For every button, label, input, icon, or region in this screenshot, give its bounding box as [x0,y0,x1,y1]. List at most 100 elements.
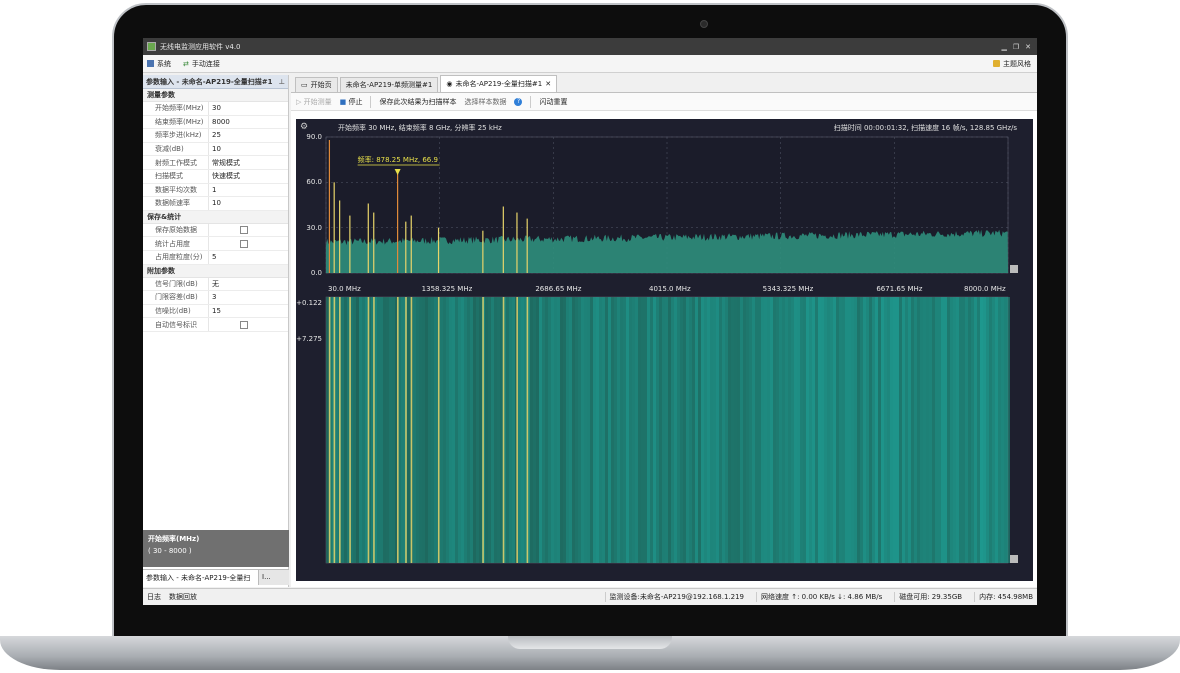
waterfall-stripe [722,297,725,563]
param-key: 占用度粒度(分) [143,250,209,264]
param-checkbox[interactable] [240,320,248,329]
param-value[interactable] [209,224,288,237]
waterfall-stripe [590,297,593,563]
waterfall-signal [437,297,440,563]
waterfall-stripe [665,297,668,563]
theme-button[interactable]: 主题风格 [993,59,1037,69]
waterfall-stripe [413,297,416,563]
waterfall-stripe [758,297,761,563]
waterfall-stripe [833,297,836,563]
app-icon [147,42,156,51]
param-value[interactable] [209,318,288,331]
close-icon[interactable]: ✕ [1025,43,1031,51]
param-row: 结束频率(MHz) 8000 [143,115,288,130]
param-value[interactable]: 30 [209,102,288,115]
waterfall-stripe [830,297,833,563]
waterfall-stripe [578,297,581,563]
param-value[interactable]: 3 [209,291,288,304]
menu-manual-connect[interactable]: ⇄ 手动连接 [183,59,220,69]
param-value[interactable] [209,237,288,250]
toolbar-separator [370,95,372,108]
tab-param-input[interactable]: 参数输入 - 未命名-AP219-全量扫 [143,570,259,585]
waterfall-stripe [554,297,557,563]
waterfall-stripe [767,297,770,563]
param-value[interactable]: 无 [209,278,288,291]
waterfall-stripe [476,297,479,563]
param-value[interactable]: 1 [209,184,288,197]
waterfall-stripe [641,297,644,563]
pin-icon[interactable]: ⊥ [279,78,288,86]
tab-close-icon[interactable]: ✕ [545,80,551,88]
waterfall-stripe [974,297,977,563]
connect-icon: ⇄ [183,59,189,68]
waterfall-stripe [992,297,995,563]
param-value[interactable]: 5 [209,251,288,264]
param-desc-range: ( 30 - 8000 ) [148,547,192,555]
param-value[interactable]: 8000 [209,116,288,129]
param-value[interactable]: 25 [209,129,288,142]
waterfall-stripe [428,297,431,563]
x-tick-label: 8000.0 MHz [964,285,1006,293]
menu-system[interactable]: 系统 [147,59,171,69]
waterfall-stripe [353,297,356,563]
waterfall-stripe [692,297,695,563]
param-section-header[interactable]: 附加参数 [143,264,288,278]
param-key: 保存原始数据 [143,223,209,237]
y-tick-label: 0.0 [310,269,322,277]
waterfall-stripe [842,297,845,563]
status-log[interactable]: 日志 [147,592,161,602]
param-value[interactable]: 10 [209,143,288,156]
tab-start-page[interactable]: ▭ 开始页 [295,77,338,92]
flash-reset-button[interactable]: 闪动重置 [539,97,567,107]
waterfall-stripe [365,297,368,563]
help-icon[interactable]: ? [514,97,523,106]
waterfall-stripe [728,297,731,563]
param-value[interactable]: 常规模式 [209,156,288,169]
tab-single-freq[interactable]: 未命名-AP219-单频测量#1 [339,77,439,92]
waterfall-stripe [344,297,347,563]
restore-icon[interactable]: ❐ [1013,43,1019,51]
minimize-icon[interactable]: ▁ [1001,43,1006,51]
save-sample-button[interactable]: 保存此次结果为扫描样本 [379,97,456,107]
select-sample-button[interactable]: 选择样本数据 [464,97,506,107]
param-value[interactable]: 快速模式 [209,170,288,183]
waterfall-stripe [785,297,788,563]
waterfall-signal [405,297,407,563]
waterfall-stripe [623,297,626,563]
waterfall-tick-label: +7.275 [296,335,322,343]
param-checkbox[interactable] [240,226,248,235]
waterfall-stripe [749,297,752,563]
left-tabs: 参数输入 - 未命名-AP219-全量扫 I... [143,569,289,585]
param-key: 自动信号标识 [143,318,209,331]
waterfall-stripe [638,297,641,563]
stop-button[interactable]: ■ 停止 [340,97,363,107]
param-value[interactable]: 15 [209,305,288,318]
param-section-header[interactable]: 测量参数 [143,89,288,102]
waterfall-stripe [947,297,950,563]
waterfall-stripe [884,297,887,563]
param-checkbox[interactable] [240,239,248,248]
waterfall-stripe [485,297,488,563]
waterfall-stripe [899,297,902,563]
waterfall-stripe [596,297,599,563]
start-measure-button[interactable]: ▷ 开始测量 [296,97,332,107]
param-section-header[interactable]: 保存&统计 [143,210,288,224]
waterfall-stripe [569,297,572,563]
tab-other[interactable]: I... [259,570,274,585]
waterfall-stripe [1007,297,1010,563]
waterfall-stripe [968,297,971,563]
spectrum-chart[interactable]: 频率: 878.25 MHz, 66.9 [296,119,1033,581]
tab-full-scan[interactable]: ◉ 未命名-AP219-全量扫描#1 ✕ [440,75,558,92]
waterfall-stripe [806,297,809,563]
waterfall-stripe [725,297,728,563]
param-value[interactable]: 10 [209,197,288,210]
param-row: 衰减(dB) 10 [143,142,288,157]
status-memory: 内存: 454.98MB [974,592,1037,602]
waterfall-stripe [680,297,683,563]
y-tick-label: 30.0 [306,223,322,232]
waterfall-stripe [536,297,539,563]
waterfall-stripe [656,297,659,563]
status-playback[interactable]: 数据回放 [169,592,197,602]
waterfall-stripe [509,297,512,563]
waterfall-stripe [920,297,923,563]
